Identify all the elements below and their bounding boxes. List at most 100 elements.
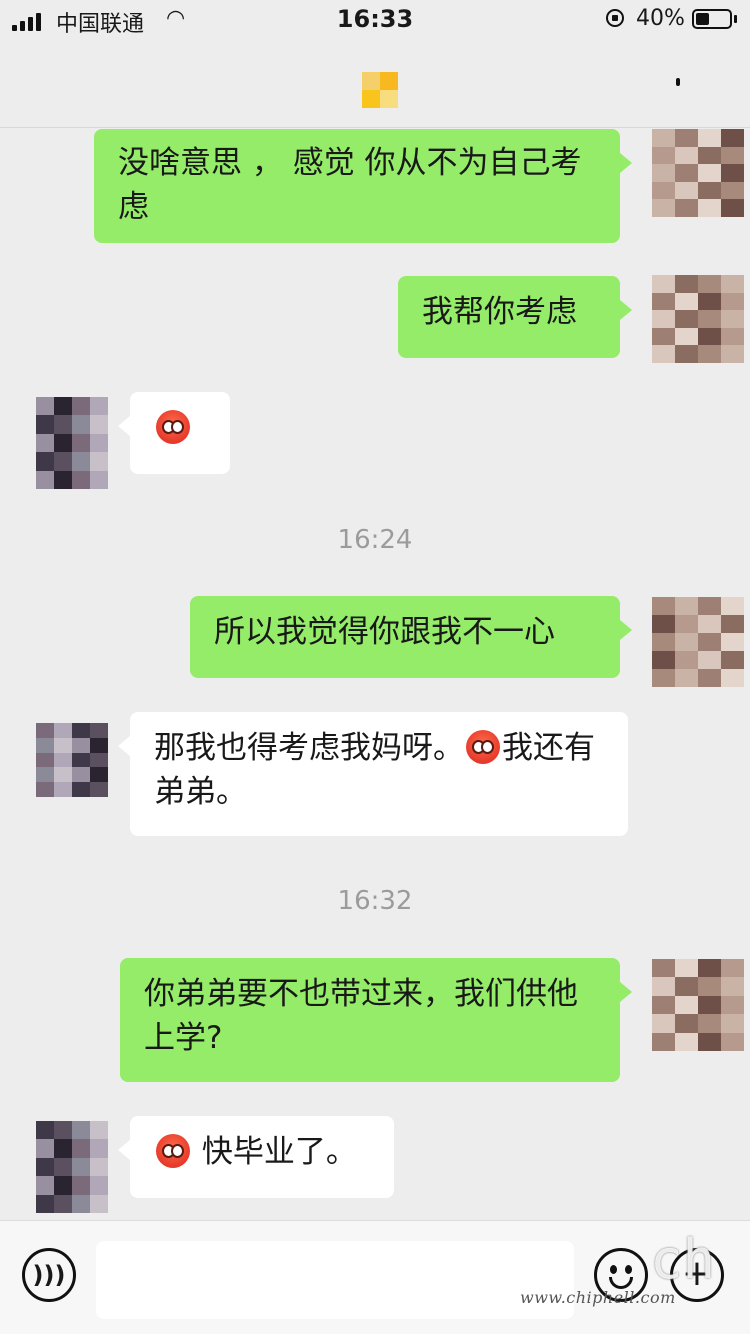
chat-header xyxy=(0,40,750,128)
avatar-pixel xyxy=(72,452,90,471)
avatar-pixel xyxy=(72,1194,90,1213)
avatar-pixel xyxy=(652,1032,675,1051)
avatar-pixel xyxy=(72,782,90,797)
avatar-pixel xyxy=(54,397,72,416)
sent-message[interactable]: 所以我觉得你跟我不一心 xyxy=(190,596,632,678)
message-list[interactable]: 没啥意思 ， 感觉 你从不为自己考虑 我帮你考虑 16:24 所以我觉得你跟我不… xyxy=(0,129,750,1220)
watermark-logo: ch xyxy=(650,1228,716,1291)
avatar-pixel xyxy=(721,164,744,182)
avatar-pixel xyxy=(652,633,675,651)
message-timestamp: 16:24 xyxy=(337,525,413,555)
avatar-pixel xyxy=(652,651,675,669)
received-message[interactable] xyxy=(118,392,230,474)
avatar-pixel xyxy=(675,327,698,346)
avatar-pixel xyxy=(72,433,90,453)
avatar-pixel xyxy=(54,1139,72,1158)
contact-message-avatar[interactable] xyxy=(36,397,108,489)
my-avatar[interactable] xyxy=(652,129,744,217)
sent-message[interactable]: 我帮你考虑 xyxy=(398,276,632,358)
my-avatar[interactable] xyxy=(652,275,744,363)
avatar-pixel xyxy=(698,129,721,147)
more-options-icon[interactable] xyxy=(676,78,680,86)
avatar-pixel xyxy=(72,397,90,416)
avatar-pixel xyxy=(36,470,54,489)
avatar-pixel xyxy=(652,327,675,346)
avatar-pixel xyxy=(675,669,698,687)
avatar-pixel xyxy=(72,1121,90,1140)
avatar-pixel xyxy=(698,1032,721,1051)
avatar-pixel xyxy=(36,723,54,738)
avatar-pixel xyxy=(721,651,744,669)
avatar-pixel xyxy=(54,767,72,783)
voice-icon[interactable]: ))) xyxy=(22,1248,76,1302)
avatar-pixel xyxy=(652,164,675,182)
avatar-pixel xyxy=(652,669,675,687)
avatar-pixel xyxy=(721,977,744,996)
avatar-pixel xyxy=(721,129,744,147)
avatar-pixel xyxy=(90,397,108,416)
my-avatar[interactable] xyxy=(652,959,744,1051)
avatar-pixel xyxy=(698,995,721,1015)
my-avatar[interactable] xyxy=(652,597,744,687)
avatar-pixel xyxy=(54,782,72,797)
received-message[interactable]: 快毕业了。 xyxy=(118,1116,394,1198)
avatar-pixel xyxy=(652,199,675,217)
avatar-pixel xyxy=(54,737,72,753)
avatar-pixel xyxy=(90,1176,108,1195)
avatar-pixel xyxy=(90,1139,108,1158)
avatar-pixel xyxy=(90,767,108,783)
avatar-pixel xyxy=(675,959,698,978)
blushing-face-emoji-icon xyxy=(466,730,500,764)
avatar-pixel xyxy=(698,345,721,363)
avatar-pixel xyxy=(698,181,721,200)
avatar-pixel xyxy=(675,977,698,996)
avatar-pixel xyxy=(90,452,108,471)
avatar-pixel xyxy=(698,669,721,687)
avatar-pixel xyxy=(721,633,744,651)
avatar-pixel xyxy=(36,1194,54,1213)
avatar-pixel xyxy=(698,327,721,346)
contact-message-avatar[interactable] xyxy=(36,723,108,797)
avatar-pixel xyxy=(72,723,90,738)
avatar-pixel xyxy=(675,310,698,328)
received-message[interactable]: 那我也得考虑我妈呀。 我还有弟弟。 xyxy=(118,712,628,836)
contact-avatar[interactable] xyxy=(362,72,398,108)
message-text: 我帮你考虑 xyxy=(422,294,577,330)
avatar-pixel xyxy=(721,146,744,165)
avatar-pixel xyxy=(698,310,721,328)
avatar-pixel xyxy=(652,146,675,165)
avatar-pixel xyxy=(652,310,675,328)
avatar-pixel xyxy=(698,977,721,996)
avatar-pixel xyxy=(36,433,54,453)
avatar-pixel xyxy=(652,292,675,311)
avatar-pixel xyxy=(72,737,90,753)
avatar-pixel xyxy=(54,433,72,453)
message-input[interactable] xyxy=(96,1241,574,1319)
avatar-pixel xyxy=(675,129,698,147)
message-text: 你弟弟要不也带过来，我们供他上学? xyxy=(144,976,578,1056)
avatar-pixel xyxy=(652,597,675,615)
contact-message-avatar[interactable] xyxy=(36,1121,108,1213)
avatar-pixel xyxy=(721,669,744,687)
avatar-pixel xyxy=(36,737,54,753)
avatar-pixel xyxy=(698,1014,721,1033)
avatar-pixel xyxy=(652,995,675,1015)
avatar-pixel xyxy=(721,275,744,293)
avatar-pixel xyxy=(675,1014,698,1033)
avatar-pixel xyxy=(675,292,698,311)
avatar-pixel xyxy=(90,737,108,753)
avatar-pixel xyxy=(54,1121,72,1140)
avatar-pixel xyxy=(721,327,744,346)
blushing-face-emoji-icon xyxy=(156,410,190,444)
sent-message[interactable]: 你弟弟要不也带过来，我们供他上学? xyxy=(120,958,632,1082)
avatar-pixel xyxy=(652,181,675,200)
sent-message[interactable]: 没啥意思 ， 感觉 你从不为自己考虑 xyxy=(94,129,632,243)
avatar-pixel xyxy=(652,615,675,633)
avatar-pixel xyxy=(54,415,72,434)
avatar-pixel xyxy=(721,1032,744,1051)
avatar-pixel xyxy=(72,752,90,768)
battery-icon xyxy=(692,9,732,29)
avatar-pixel xyxy=(721,345,744,363)
avatar-pixel xyxy=(675,633,698,651)
avatar-pixel xyxy=(54,1157,72,1177)
